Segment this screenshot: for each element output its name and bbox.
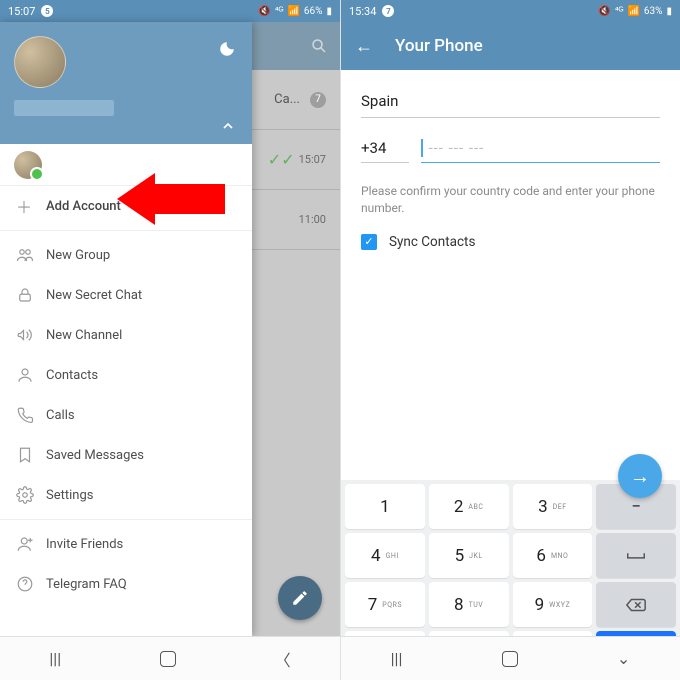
back-icon[interactable]: ← bbox=[355, 36, 373, 57]
drawer-item-saved-messages[interactable]: Saved Messages bbox=[0, 435, 252, 475]
key-2[interactable]: 2ABC bbox=[429, 484, 509, 529]
plus-icon: ＋ bbox=[16, 194, 46, 218]
gear-icon bbox=[16, 486, 46, 504]
read-checks-icon: ✓✓ bbox=[268, 150, 295, 169]
status-notif-badge: 5 bbox=[41, 5, 53, 17]
search-icon[interactable] bbox=[310, 37, 328, 55]
key-6[interactable]: 6MNO bbox=[513, 533, 593, 578]
text-cursor bbox=[421, 139, 423, 157]
drawer-item-label: Contacts bbox=[46, 368, 98, 383]
drawer-item-contacts[interactable]: Contacts bbox=[0, 355, 252, 395]
drawer-item-label: New Group bbox=[46, 248, 110, 263]
battery-level: 63% bbox=[644, 6, 663, 17]
signal-icon: ⁴ᴳ bbox=[275, 6, 284, 17]
drawer-item-new-group[interactable]: New Group bbox=[0, 235, 252, 275]
avatar bbox=[14, 151, 42, 179]
signal-bars-icon: 📶 bbox=[627, 6, 639, 17]
account-name-redacted bbox=[14, 100, 114, 116]
phone-form: Spain +34 --- --- --- Please confirm you… bbox=[341, 70, 680, 480]
status-bar: 15:34 7 🔇 ⁴ᴳ 📶 63% ▮ bbox=[341, 0, 680, 22]
signal-icon: ⁴ᴳ bbox=[615, 6, 624, 17]
back-button[interactable]: 〈 bbox=[275, 647, 291, 671]
drawer-item-label: New Channel bbox=[46, 328, 122, 343]
megaphone-icon bbox=[16, 326, 46, 344]
mute-icon: 🔇 bbox=[258, 6, 270, 17]
country-field[interactable]: Spain bbox=[361, 86, 660, 118]
drawer-item-telegram-faq[interactable]: Telegram FAQ bbox=[0, 564, 252, 604]
highlight-arrow bbox=[155, 184, 225, 218]
key-1[interactable]: 1 bbox=[345, 484, 425, 529]
home-button[interactable] bbox=[160, 651, 176, 667]
nav-drawer: ＋ Add Account New Group New Secret Chat Ne… bbox=[0, 22, 252, 636]
drawer-item-new-channel[interactable]: New Channel bbox=[0, 315, 252, 355]
keyboard-dismiss-button[interactable]: ⌄ bbox=[617, 649, 630, 668]
battery-level: 66% bbox=[304, 6, 323, 17]
app-bar: ← Your Phone bbox=[341, 22, 680, 70]
sync-contacts-row[interactable]: ✓ Sync Contacts bbox=[361, 234, 660, 250]
drawer-item-label: Settings bbox=[46, 488, 93, 503]
person-icon bbox=[16, 366, 46, 384]
key-8[interactable]: 8TUV bbox=[429, 582, 509, 627]
status-time: 15:07 bbox=[8, 5, 35, 18]
status-time: 15:34 bbox=[349, 5, 376, 18]
sync-label: Sync Contacts bbox=[389, 234, 475, 250]
signal-bars-icon: 📶 bbox=[287, 6, 299, 17]
divider bbox=[0, 519, 252, 520]
drawer-item-new-secret-chat[interactable]: New Secret Chat bbox=[0, 275, 252, 315]
status-notif-badge: 7 bbox=[382, 5, 394, 17]
invite-icon bbox=[16, 535, 46, 553]
system-navbar: ||| ⌄ bbox=[341, 636, 680, 680]
drawer-item-label: New Secret Chat bbox=[46, 288, 142, 303]
key-3[interactable]: 3DEF bbox=[513, 484, 593, 529]
group-icon bbox=[16, 246, 46, 264]
divider bbox=[0, 230, 252, 231]
key-space[interactable] bbox=[596, 533, 676, 578]
add-account-label: Add Account bbox=[46, 199, 121, 214]
battery-icon: ▮ bbox=[326, 6, 332, 17]
drawer-item-settings[interactable]: Settings bbox=[0, 475, 252, 515]
helper-text: Please confirm your country code and ent… bbox=[361, 183, 660, 218]
system-navbar: ||| 〈 bbox=[0, 636, 340, 680]
battery-icon: ▮ bbox=[666, 6, 672, 17]
drawer-item-calls[interactable]: Calls bbox=[0, 395, 252, 435]
page-title: Your Phone bbox=[395, 36, 483, 56]
drawer-item-label: Invite Friends bbox=[46, 537, 123, 552]
key-9[interactable]: 9WXYZ bbox=[513, 582, 593, 627]
checkbox-checked-icon[interactable]: ✓ bbox=[361, 234, 377, 250]
country-code-field[interactable]: +34 bbox=[361, 134, 409, 163]
drawer-item-invite-friends[interactable]: Invite Friends bbox=[0, 524, 252, 564]
chevron-up-icon[interactable] bbox=[220, 118, 236, 134]
phone-icon bbox=[16, 406, 46, 424]
mute-icon: 🔇 bbox=[598, 6, 610, 17]
lock-icon bbox=[16, 286, 46, 304]
drawer-header bbox=[0, 22, 252, 144]
phone-number-field[interactable]: --- --- --- bbox=[421, 134, 660, 163]
night-mode-icon[interactable] bbox=[218, 40, 236, 58]
drawer-item-label: Calls bbox=[46, 408, 75, 423]
help-icon bbox=[16, 575, 46, 593]
recents-button[interactable]: ||| bbox=[49, 649, 61, 668]
compose-fab[interactable] bbox=[278, 576, 322, 620]
key-7[interactable]: 7PQRS bbox=[345, 582, 425, 627]
drawer-item-label: Saved Messages bbox=[46, 448, 144, 463]
key-5[interactable]: 5JKL bbox=[429, 533, 509, 578]
next-fab[interactable]: → bbox=[618, 454, 662, 498]
home-button[interactable] bbox=[502, 651, 518, 667]
right-phone: 15:34 7 🔇 ⁴ᴳ 📶 63% ▮ ← Your Phone Spain … bbox=[340, 0, 680, 680]
recents-button[interactable]: ||| bbox=[391, 649, 403, 668]
avatar[interactable] bbox=[14, 36, 66, 88]
drawer-item-label: Telegram FAQ bbox=[46, 577, 127, 592]
bookmark-icon bbox=[16, 446, 46, 464]
status-bar: 15:07 5 🔇 ⁴ᴳ 📶 66% ▮ bbox=[0, 0, 340, 22]
key-backspace[interactable] bbox=[596, 582, 676, 627]
left-phone: 15:07 5 🔇 ⁴ᴳ 📶 66% ▮ Ca... 7 ✓✓ 15:07 bbox=[0, 0, 340, 680]
key-4[interactable]: 4GHI bbox=[345, 533, 425, 578]
unread-badge: 7 bbox=[310, 92, 326, 108]
